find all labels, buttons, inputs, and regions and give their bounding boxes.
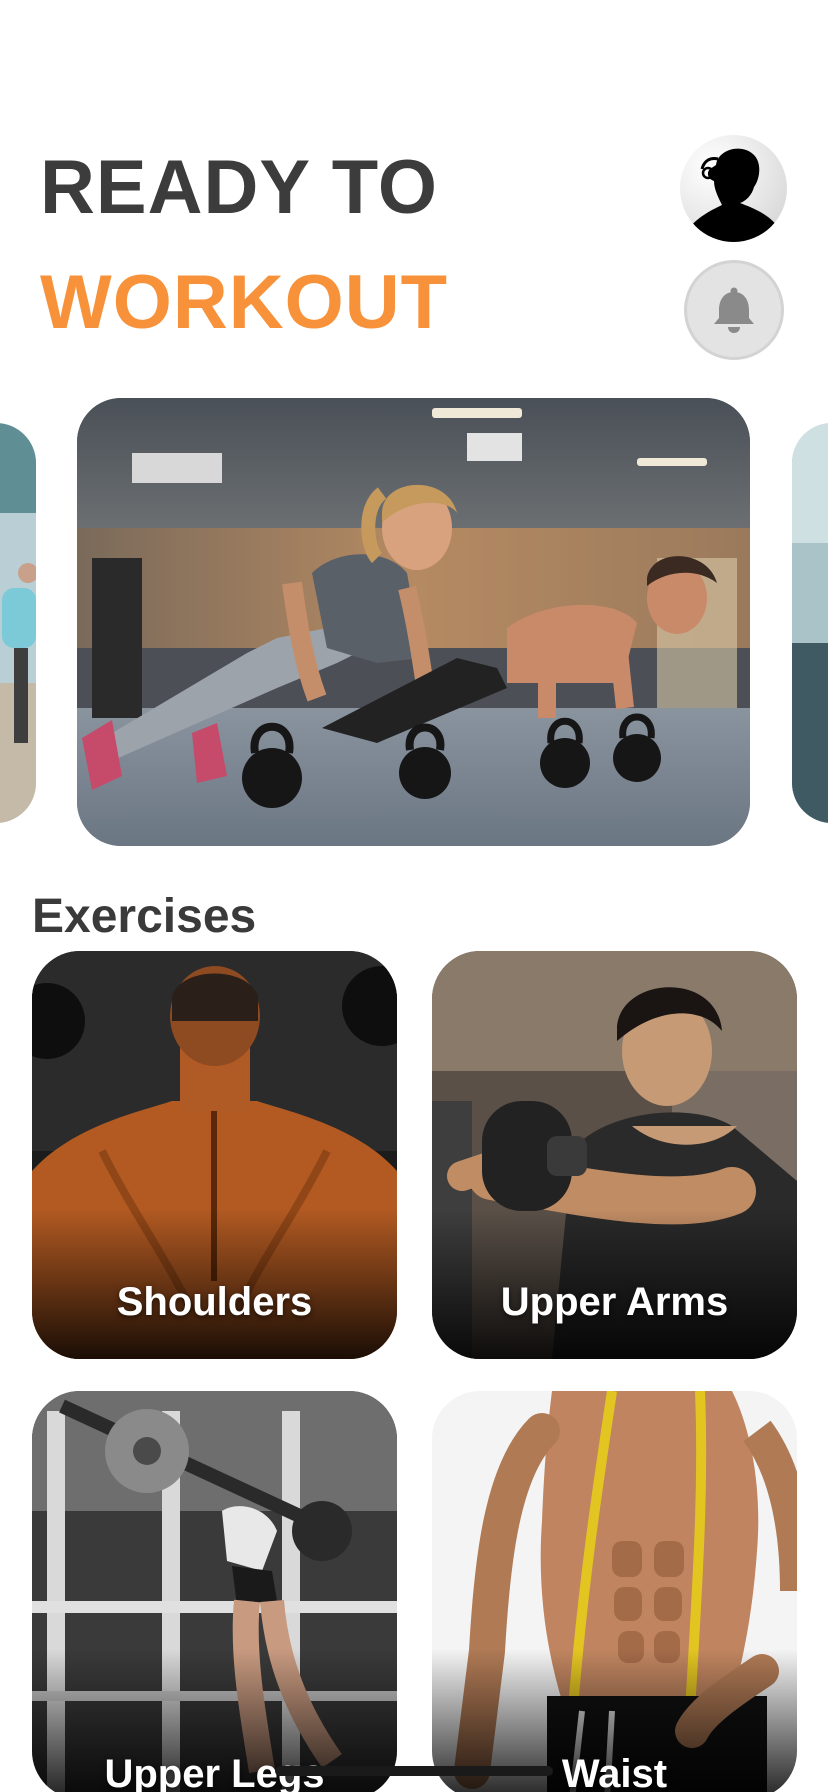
card-label-shoulders: Shoulders [116, 1280, 313, 1324]
app-screen: READY TO WORKOUT Exercises Shoulders Upp… [0, 0, 828, 1792]
exercise-card-upper-legs[interactable]: Upper Legs [32, 1391, 397, 1792]
bell-icon [714, 287, 754, 333]
carousel-slide-active[interactable] [77, 398, 750, 846]
carousel-slide-prev[interactable] [0, 423, 36, 823]
featured-carousel[interactable] [0, 398, 828, 848]
exercise-card-upper-arms[interactable]: Upper Arms [432, 951, 797, 1359]
headline-line-2: WORKOUT [40, 260, 449, 345]
headline-line-1: READY TO [40, 145, 438, 230]
running-photo [0, 423, 36, 823]
carousel-slide-next[interactable] [792, 423, 828, 823]
exercises-heading: Exercises [32, 890, 257, 943]
notification-button[interactable] [684, 260, 784, 360]
exercise-card-waist[interactable]: Waist [432, 1391, 797, 1792]
user-silhouette-icon [688, 148, 778, 242]
card-label-upper-arms: Upper Arms [500, 1280, 729, 1324]
gym-photo [792, 423, 828, 823]
home-indicator[interactable] [275, 1766, 553, 1776]
kettlebell-pushups-photo [77, 398, 750, 846]
profile-avatar[interactable] [680, 135, 787, 242]
exercise-card-shoulders[interactable]: Shoulders [32, 951, 397, 1359]
